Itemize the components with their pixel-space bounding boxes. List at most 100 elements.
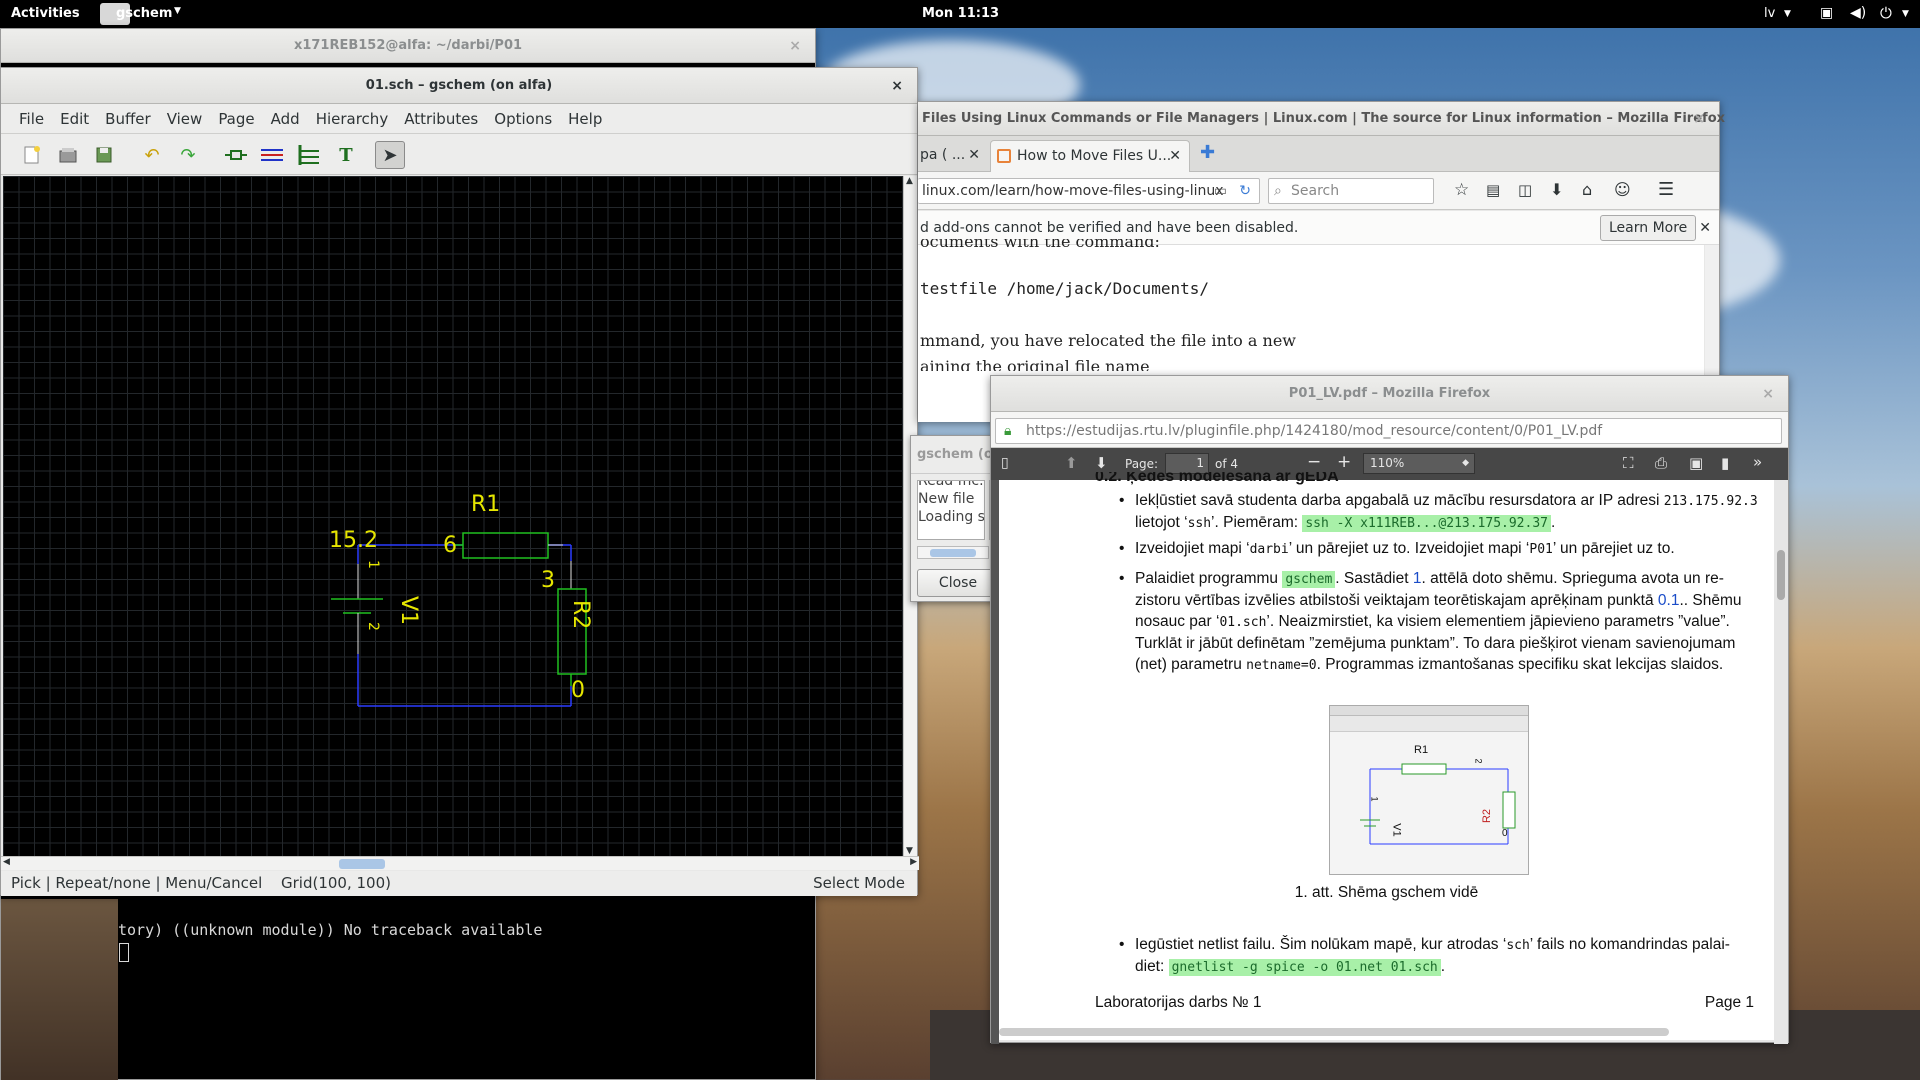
log-hscroll[interactable] [917, 546, 989, 559]
text: . [1551, 514, 1556, 531]
text: ’ fails no komandrindas palai- [1529, 936, 1730, 953]
more-tools-icon[interactable]: » [1753, 453, 1762, 471]
power-icon[interactable]: ⏻ [1880, 4, 1892, 22]
chevron-left-icon[interactable]: ◀ [3, 857, 10, 867]
menu-help[interactable]: Help [560, 104, 610, 134]
menu-page[interactable]: Page [210, 104, 262, 134]
search-input[interactable]: ⌕ Search [1268, 178, 1434, 204]
close-icon[interactable]: × [1693, 102, 1705, 136]
page-count: of 4 [1215, 457, 1239, 471]
pdf-vertical-scrollbar[interactable] [1774, 480, 1788, 1044]
zoom-out-icon[interactable]: − [1307, 452, 1321, 472]
new-tab-icon[interactable]: ✚ [1200, 142, 1215, 163]
figure-label: R2 [1481, 808, 1494, 824]
menu-edit[interactable]: Edit [52, 104, 97, 134]
sidebar-toggle-icon[interactable]: ▯ [1001, 455, 1009, 471]
chat-icon[interactable]: ☺ [1614, 180, 1631, 199]
resistor-r1[interactable] [462, 532, 549, 559]
add-component-icon[interactable] [221, 141, 251, 169]
add-net-icon[interactable] [257, 141, 287, 169]
pdf-horizontal-scrollbar[interactable] [999, 1028, 1669, 1036]
zoom-select[interactable]: 110% ◆ [1363, 453, 1475, 474]
close-icon[interactable]: × [891, 68, 903, 104]
undo-icon[interactable]: ↶ [137, 141, 167, 169]
firefox-titlebar[interactable]: Files Using Linux Commands or File Manag… [918, 102, 1725, 136]
scrollbar-thumb[interactable] [930, 549, 976, 557]
firefox-titlebar[interactable]: P01_LV.pdf – Mozilla Firefox × [991, 376, 1788, 412]
menu-view[interactable]: View [159, 104, 211, 134]
tab-previous[interactable]: pa ( ... ✕ [918, 140, 986, 172]
close-icon[interactable]: ✕ [968, 140, 980, 170]
code-inline: P01 [1529, 542, 1553, 557]
terminal-line: tory) ((unknown module)) No traceback av… [118, 921, 543, 939]
next-page-icon[interactable]: ⬇ [1095, 454, 1108, 472]
scrollbar-thumb[interactable] [339, 859, 385, 869]
volume-icon[interactable]: ◀) [1850, 5, 1866, 21]
close-icon[interactable]: × [789, 29, 801, 63]
tab-active[interactable]: How to Move Files U... ✕ [990, 140, 1190, 172]
text: Izveidojiet mapi ‘ [1135, 540, 1250, 557]
app-menu-button[interactable]: gschem [116, 6, 172, 21]
new-file-icon[interactable] [17, 141, 47, 169]
add-bus-icon[interactable] [293, 141, 323, 169]
pocket-icon[interactable]: ◫ [1518, 181, 1532, 199]
menu-file[interactable]: File [11, 104, 52, 134]
text: zistoru vērtības izvēlies atbilstoši vei… [1135, 592, 1658, 609]
previous-page-icon[interactable]: ⬆ [1065, 454, 1078, 472]
select-arrow-icon[interactable]: ➤ [375, 141, 405, 169]
scrollbar-thumb[interactable] [1777, 550, 1785, 600]
open-file-icon[interactable] [53, 141, 83, 169]
window-title: x171REB152@alfa: ~/darbi/P01 [293, 38, 523, 53]
close-icon[interactable]: ✕ [1169, 141, 1181, 171]
url-bar[interactable]: linux.com/learn/how-move-files-using-lin… [918, 178, 1260, 204]
url-bar[interactable]: 🔒︎ https://estudijas.rtu.lv/pluginfile.p… [995, 418, 1782, 444]
learn-more-button[interactable]: Learn More [1600, 215, 1697, 241]
clock[interactable]: Mon 11:13 [922, 6, 999, 21]
menu-options[interactable]: Options [486, 104, 560, 134]
chevron-down-icon[interactable]: ▼ [906, 846, 913, 856]
fullscreen-icon[interactable]: ⛶ [1623, 454, 1634, 472]
section-link[interactable]: 0.1 [1658, 592, 1680, 609]
bookmark-star-icon[interactable]: ☆ [1454, 180, 1469, 200]
reader-view-icon[interactable]: ▭ [1214, 179, 1227, 203]
hamburger-menu-icon[interactable]: ☰ [1658, 179, 1674, 200]
horizontal-scrollbar[interactable]: ◀ ▶ [1, 856, 919, 870]
chevron-down-icon: ▼ [1902, 9, 1909, 19]
section-heading: 0.2. Ķēdes modelēšana ar gEDA [1095, 472, 1339, 485]
download-icon[interactable]: ⬇ [1550, 180, 1563, 199]
gschem-titlebar[interactable]: 01.sch – gschem (on alfa) × [1, 68, 917, 104]
reload-icon[interactable]: ↻ [1239, 179, 1251, 203]
firefox-window-pdf: P01_LV.pdf – Mozilla Firefox × 🔒︎ https:… [990, 375, 1789, 1044]
chevron-right-icon[interactable]: ▶ [910, 857, 917, 867]
zoom-in-icon[interactable]: + [1337, 452, 1351, 472]
save-icon[interactable] [89, 141, 119, 169]
save-icon[interactable]: ▣ [1689, 454, 1703, 472]
terminal-titlebar[interactable]: x171REB152@alfa: ~/darbi/P01 × [1, 29, 815, 63]
schematic-canvas[interactable]: R1 R2 V1 15.2 6 3 0 1 2 [3, 176, 903, 856]
language-indicator[interactable]: lv [1764, 6, 1775, 21]
print-icon[interactable]: ⎙ [1655, 454, 1667, 472]
tab-label: How to Move Files U... [1017, 148, 1172, 164]
menu-add[interactable]: Add [263, 104, 308, 134]
menu-hierarchy[interactable]: Hierarchy [308, 104, 397, 134]
redo-icon[interactable]: ↷ [173, 141, 203, 169]
page-number-input[interactable]: 1 [1165, 453, 1209, 474]
figure-label: 2 [1473, 758, 1484, 764]
menu-attributes[interactable]: Attributes [396, 104, 486, 134]
text: Palaidiet programmu [1135, 570, 1283, 587]
activities-button[interactable]: Activities [11, 6, 80, 21]
close-button[interactable]: Close [917, 569, 999, 597]
menu-buffer[interactable]: Buffer [97, 104, 159, 134]
network-icon[interactable]: ▣ [1820, 5, 1833, 21]
content-line: mmand, you have relocated the file into … [920, 331, 1296, 350]
bookmark-icon[interactable]: ▮ [1721, 454, 1729, 472]
add-text-icon[interactable]: T [331, 141, 361, 169]
close-icon[interactable]: × [1762, 376, 1774, 412]
home-icon[interactable]: ⌂ [1582, 180, 1592, 199]
figure-label: 1 [1369, 796, 1380, 802]
bookmarks-list-icon[interactable]: ▤ [1486, 181, 1500, 199]
chevron-up-icon[interactable]: ▲ [906, 176, 913, 186]
close-icon[interactable]: ✕ [1699, 211, 1711, 245]
text: diet: [1135, 958, 1169, 975]
navigation-bar: linux.com/learn/how-move-files-using-lin… [918, 172, 1719, 210]
